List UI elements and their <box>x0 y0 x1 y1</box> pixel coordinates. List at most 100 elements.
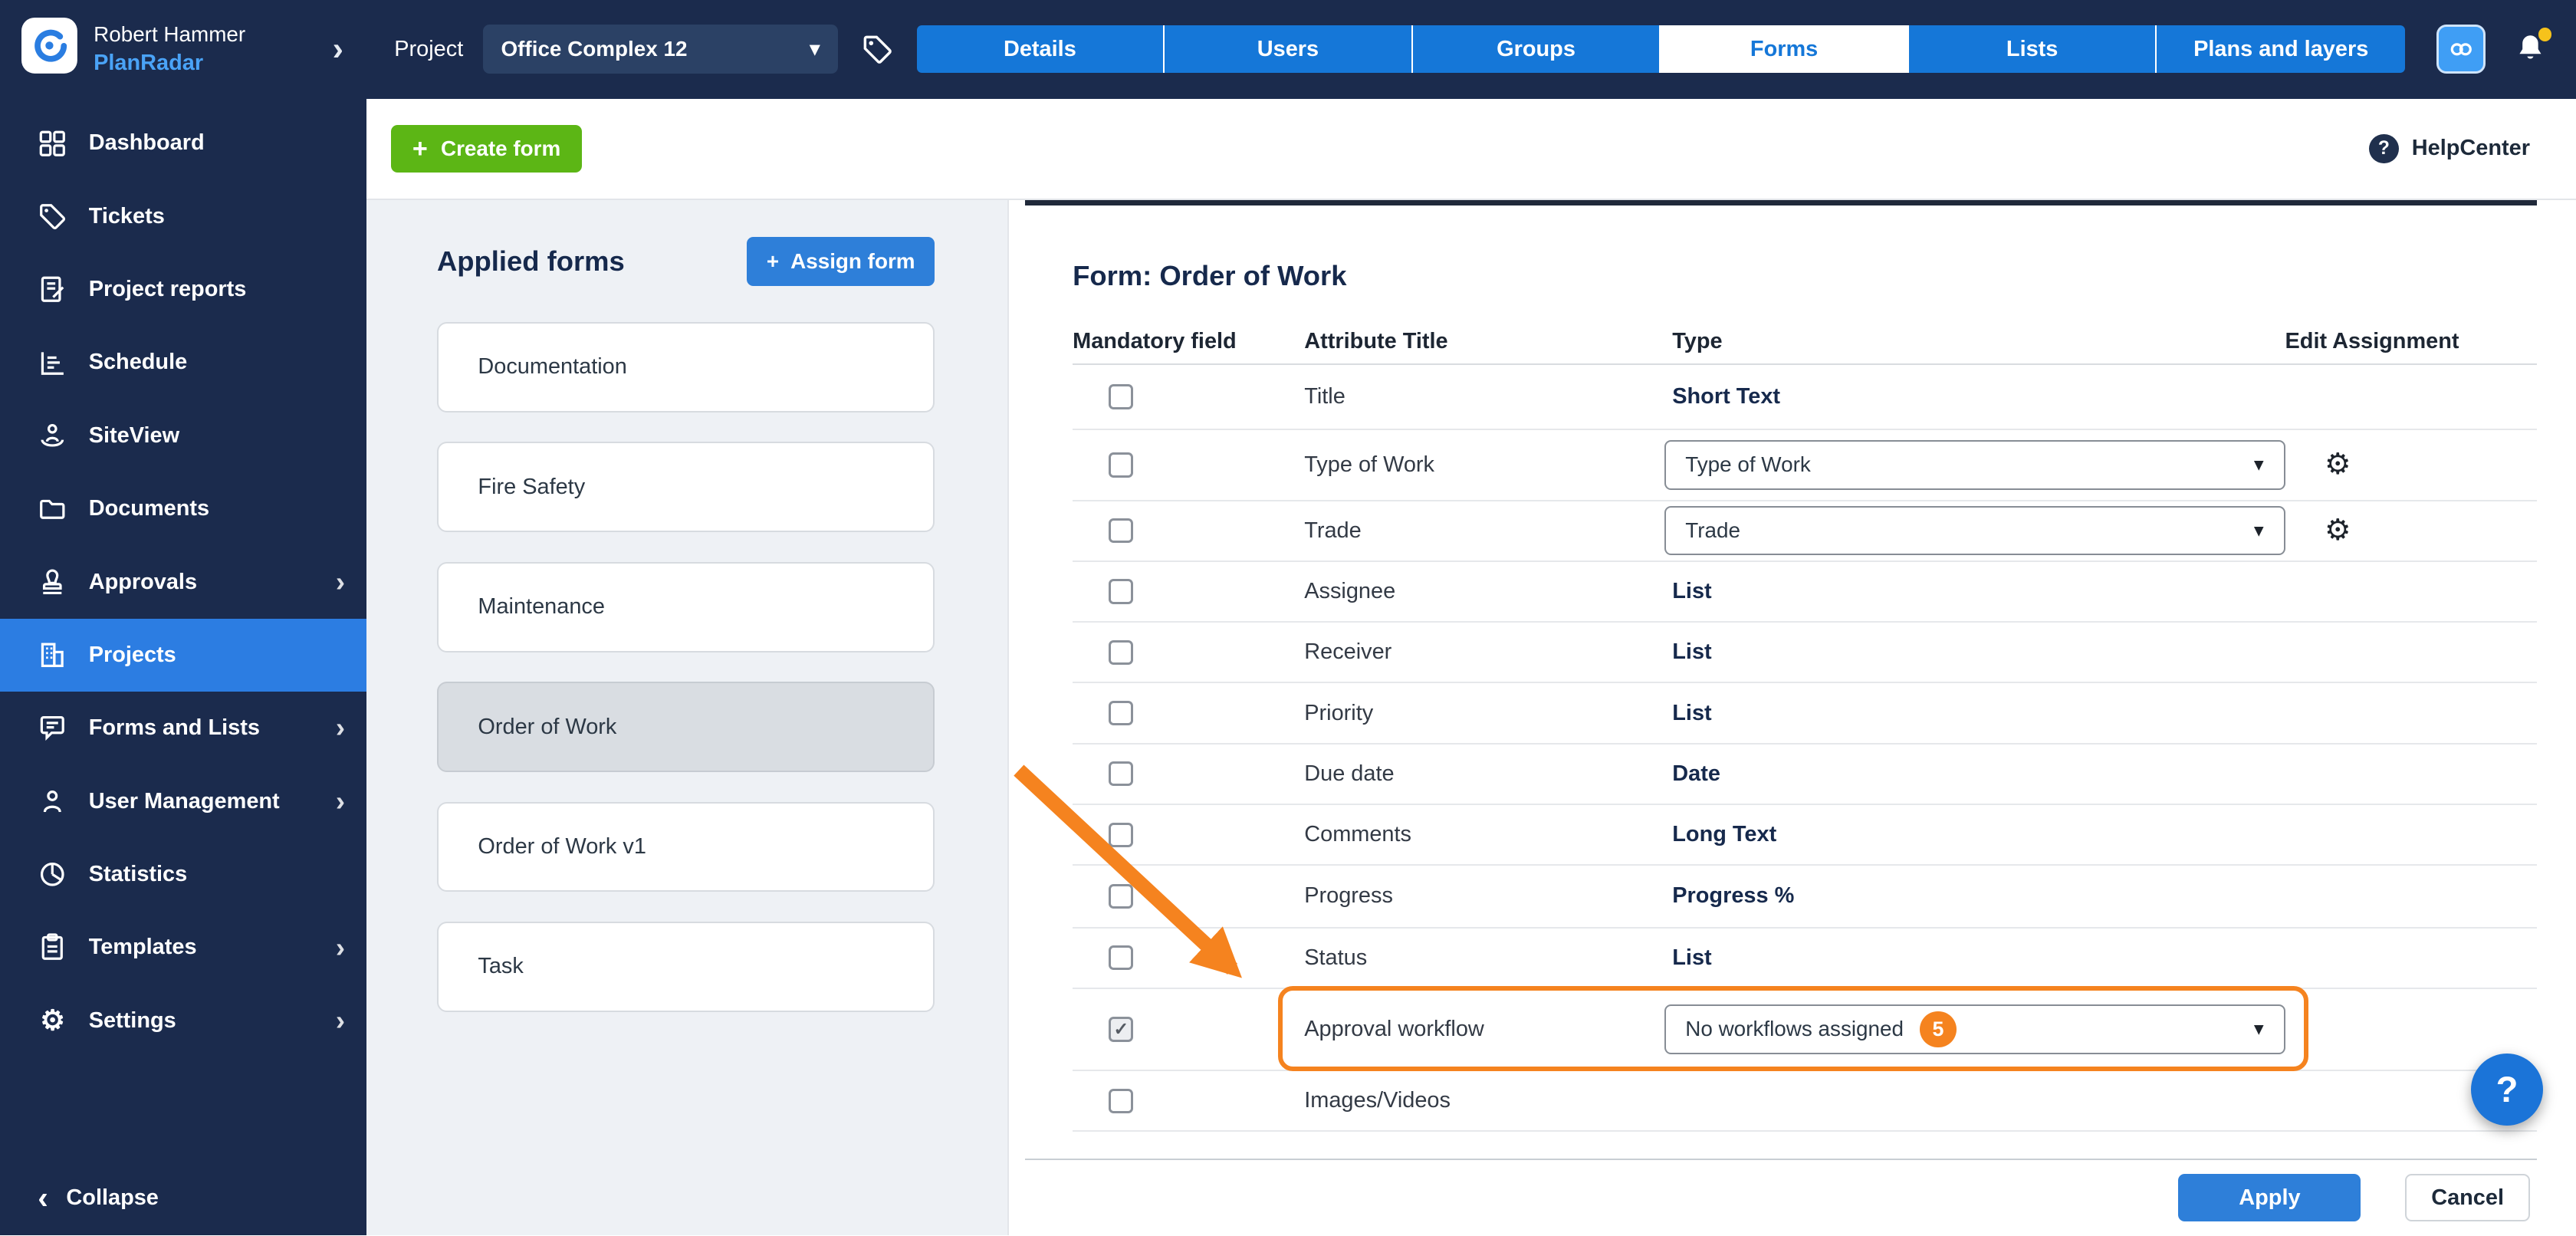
applied-forms-title: Applied forms <box>437 245 625 278</box>
assign-form-button[interactable]: + Assign form <box>747 237 935 286</box>
sidebar-item-label: Project reports <box>89 277 247 302</box>
mandatory-checkbox[interactable] <box>1109 701 1133 725</box>
mandatory-checkbox-checked[interactable]: ✓ <box>1109 1017 1133 1041</box>
mandatory-checkbox[interactable] <box>1109 518 1133 543</box>
trade-dropdown[interactable]: Trade▾ <box>1664 506 2285 555</box>
tags-icon[interactable] <box>857 30 896 69</box>
form-card-order-of-work-v1[interactable]: Order of Work v1 <box>437 802 935 892</box>
sidebar-item-schedule[interactable]: Schedule <box>0 326 366 399</box>
notification-dot <box>2538 28 2551 41</box>
chevron-right-icon: › <box>336 1007 345 1034</box>
siteview-icon <box>38 421 67 451</box>
table-row-comments: Comments Long Text <box>1073 805 2536 866</box>
question-icon: ? <box>2369 134 2399 164</box>
planradar-app: Robert Hammer PlanRadar › Dashboard Tick… <box>0 0 2576 1235</box>
sidebar-item-label: Documents <box>89 496 209 521</box>
mandatory-checkbox[interactable] <box>1109 884 1133 909</box>
sidebar-item-user-management[interactable]: User Management › <box>0 764 366 837</box>
sidebar-item-approvals[interactable]: Approvals › <box>0 545 366 618</box>
mandatory-checkbox[interactable] <box>1109 1089 1133 1113</box>
tab-forms[interactable]: Forms <box>1661 25 1909 73</box>
sidebar-item-project-reports[interactable]: Project reports <box>0 253 366 326</box>
mandatory-checkbox[interactable] <box>1109 945 1133 970</box>
sidebar-item-label: Forms and Lists <box>89 715 260 741</box>
form-card-maintenance[interactable]: Maintenance <box>437 562 935 653</box>
project-tabs: Details Users Groups Forms Lists Plans a… <box>917 25 2405 73</box>
gear-icon[interactable]: ⚙ <box>2325 450 2351 480</box>
sidebar-item-forms-and-lists[interactable]: Forms and Lists › <box>0 692 366 764</box>
user-name: Robert Hammer <box>94 21 316 48</box>
sidebar: Robert Hammer PlanRadar › Dashboard Tick… <box>0 0 366 1235</box>
schedule-icon <box>38 348 67 378</box>
chevron-right-icon: › <box>336 787 345 815</box>
mandatory-checkbox[interactable] <box>1109 384 1133 409</box>
col-type: Type <box>1672 329 2285 354</box>
sidebar-header: Robert Hammer PlanRadar › <box>0 0 366 99</box>
form-card-documentation[interactable]: Documentation <box>437 322 935 413</box>
help-bubble-button[interactable]: ? <box>2471 1054 2543 1126</box>
mandatory-checkbox[interactable] <box>1109 579 1133 603</box>
type-of-work-dropdown[interactable]: Type of Work▾ <box>1664 440 2285 489</box>
sidebar-item-settings[interactable]: ⚙ Settings › <box>0 984 366 1057</box>
sidebar-item-label: User Management <box>89 789 280 814</box>
table-row-approval-workflow: ✓ Approval workflow No workflows assigne… <box>1073 989 2536 1071</box>
chevron-right-icon: › <box>336 714 345 741</box>
documents-icon <box>38 494 67 524</box>
create-form-button[interactable]: + Create form <box>391 125 582 173</box>
approval-workflow-dropdown[interactable]: No workflows assigned 5 ▾ <box>1664 1004 2285 1054</box>
tickets-icon <box>38 202 67 232</box>
form-card-order-of-work[interactable]: Order of Work <box>437 682 935 772</box>
table-row-images-videos: Images/Videos <box>1073 1071 2536 1132</box>
helpcenter-button[interactable]: ? HelpCenter <box>2369 134 2530 164</box>
planradar-connect-icon[interactable] <box>2436 25 2486 74</box>
sidebar-item-label: SiteView <box>89 423 179 449</box>
project-label: Project <box>394 37 463 62</box>
sidebar-item-label: Approvals <box>89 570 197 595</box>
table-row-due-date: Due date Date <box>1073 745 2536 805</box>
tab-lists[interactable]: Lists <box>1909 25 2157 73</box>
mandatory-checkbox[interactable] <box>1109 452 1133 477</box>
project-selector[interactable]: Office Complex 12 ▾ <box>483 25 838 74</box>
attributes-table: Mandatory field Attribute Title Type Edi… <box>1073 321 2536 1132</box>
user-block: Robert Hammer PlanRadar <box>94 21 316 77</box>
topbar-right <box>2436 25 2550 74</box>
sidebar-item-label: Projects <box>89 643 176 668</box>
topbar: Project Office Complex 12 ▾ Details User… <box>366 0 2576 99</box>
gear-icon[interactable]: ⚙ <box>2325 516 2351 546</box>
tab-groups[interactable]: Groups <box>1413 25 1661 73</box>
table-row-status: Status List <box>1073 929 2536 989</box>
tab-users[interactable]: Users <box>1165 25 1413 73</box>
mandatory-checkbox[interactable] <box>1109 640 1133 665</box>
sidebar-collapse-button[interactable]: ‹ Collapse <box>0 1160 366 1236</box>
panel-top-border <box>1025 200 2537 205</box>
table-header: Mandatory field Attribute Title Type Edi… <box>1073 321 2536 365</box>
notifications-bell-icon[interactable] <box>2514 31 2550 67</box>
sidebar-item-label: Tickets <box>89 204 165 229</box>
table-row-trade: Trade Trade▾ ⚙ <box>1073 501 2536 562</box>
mandatory-checkbox[interactable] <box>1109 761 1133 786</box>
form-card-task[interactable]: Task <box>437 922 935 1012</box>
sidebar-item-documents[interactable]: Documents <box>0 472 366 545</box>
sidebar-item-templates[interactable]: Templates › <box>0 911 366 984</box>
content: Applied forms + Assign form Documentatio… <box>366 200 2576 1235</box>
templates-icon <box>38 932 67 962</box>
sidebar-item-tickets[interactable]: Tickets <box>0 180 366 253</box>
tab-details[interactable]: Details <box>917 25 1165 73</box>
sidebar-item-label: Schedule <box>89 350 188 375</box>
sidebar-expand-icon[interactable]: › <box>333 31 347 68</box>
cancel-button[interactable]: Cancel <box>2405 1174 2530 1221</box>
mandatory-checkbox[interactable] <box>1109 823 1133 847</box>
action-bar: + Create form ? HelpCenter <box>366 99 2576 201</box>
table-row-assignee: Assignee List <box>1073 562 2536 623</box>
sidebar-item-projects[interactable]: Projects <box>0 619 366 692</box>
chevron-right-icon: › <box>336 934 345 962</box>
form-card-fire-safety[interactable]: Fire Safety <box>437 442 935 532</box>
sidebar-item-label: Statistics <box>89 862 188 887</box>
approvals-icon <box>38 567 67 597</box>
table-row-progress: Progress Progress % <box>1073 866 2536 928</box>
sidebar-item-siteview[interactable]: SiteView <box>0 399 366 472</box>
apply-button[interactable]: Apply <box>2178 1174 2361 1221</box>
sidebar-item-statistics[interactable]: Statistics <box>0 838 366 911</box>
tab-plans-and-layers[interactable]: Plans and layers <box>2157 25 2405 73</box>
sidebar-item-dashboard[interactable]: Dashboard <box>0 107 366 179</box>
